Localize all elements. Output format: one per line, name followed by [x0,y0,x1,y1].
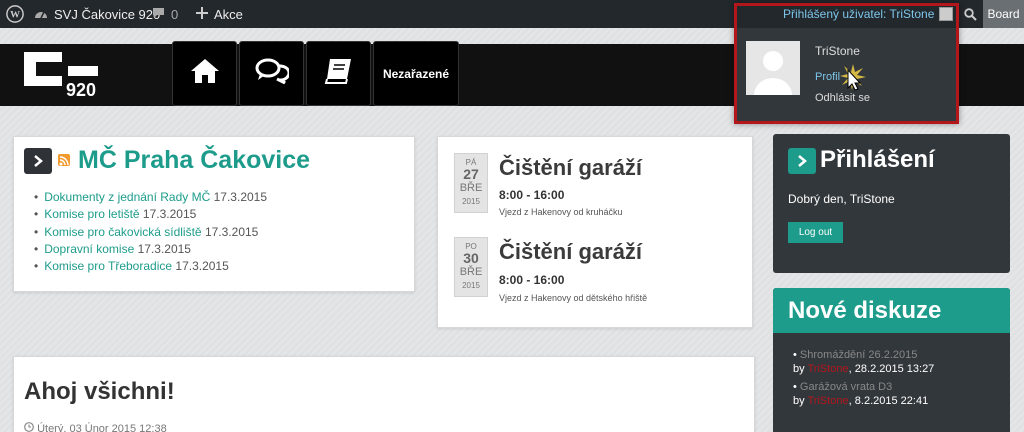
board-link[interactable]: Board [983,0,1024,28]
search-icon[interactable] [958,0,982,28]
news-link[interactable]: Dokumenty z jednání Rady MČ [44,190,210,204]
plus-icon [196,6,208,22]
event-day: 30 [463,250,479,266]
news-date: 17.3.2015 [204,224,259,239]
highlight-frame [734,3,959,124]
comments-count: 0 [171,6,179,22]
event-year: 2015 [462,281,480,290]
news-date: 17.3.2015 [175,259,229,274]
news-link[interactable]: Komise pro Třeboradice [44,259,172,273]
event-date-badge: PÁ 27 BŘE 2015 [454,153,488,213]
event-month: BŘE [459,182,483,194]
chevron-right-icon[interactable] [24,148,52,174]
list-item: Garážová vrata D3 by TriStone, 8.2.2015 … [793,380,934,408]
discussion-link[interactable]: Garážová vrata D3 [793,380,934,394]
discussion-link[interactable]: Shromáždění 26.2.2015 [793,348,934,362]
event-description: Vjezd z Hakenovy od kruháčku [499,207,623,217]
news-link[interactable]: Komise pro letiště [44,207,139,221]
news-link[interactable]: Komise pro čakovická sídliště [44,225,201,239]
event-description: Vjezd z Hakenovy od dětského hřiště [499,293,648,303]
clock-icon [24,422,37,432]
discussion-by: by [793,363,805,375]
discussion-date: 28.2.2015 13:27 [854,363,935,375]
site-name-label: SVJ Čakovice 920 [54,6,161,22]
event-time: 8:00 - 16:00 [499,188,565,202]
post-date: Úterý, 03 Únor 2015 12:38 [37,423,167,432]
news-date: 17.3.2015 [137,241,191,256]
site-name-link[interactable]: SVJ Čakovice 920 [34,0,160,28]
dashboard-icon [34,7,48,22]
event-title[interactable]: Čištění garáží [499,155,642,181]
new-content-link[interactable]: Akce [196,0,243,28]
post-meta: Úterý, 03 Únor 2015 12:38 [24,422,167,432]
nav-documents-button[interactable] [306,41,371,106]
comments-icon [255,58,290,89]
home-icon [190,58,220,89]
comment-bubble-icon [152,7,165,22]
discussions-list: Shromáždění 26.2.2015 by TriStone, 28.2.… [793,348,934,412]
event-day: 27 [463,166,479,182]
chevron-right-icon [788,148,816,174]
post-title[interactable]: Ahoj všichni! [24,378,175,406]
svg-text:W: W [10,10,20,21]
event-title[interactable]: Čištění garáží [499,239,642,265]
list-item: Shromáždění 26.2.2015 by TriStone, 28.2.… [793,348,934,376]
logo-number: 920 [66,80,97,100]
discussion-date: 8.2.2015 22:41 [854,395,929,407]
login-greeting: Dobrý den, TriStone [788,192,895,206]
event-date-badge: PO 30 BŘE 2015 [454,237,488,297]
event-month: BŘE [459,266,483,278]
nav-discussions-button[interactable] [239,41,304,106]
news-link[interactable]: Dopravní komise [44,242,134,256]
wordpress-logo-icon[interactable]: W [0,0,30,28]
event-time: 8:00 - 16:00 [499,273,565,287]
list-item: Komise pro čakovická sídliště 17.3.2015 [34,224,267,241]
discussion-author[interactable]: TriStone [807,395,848,407]
news-date: 17.3.2015 [213,190,268,204]
list-item: Dokumenty z jednání Rady MČ 17.3.2015 [34,189,267,206]
event-year: 2015 [462,197,480,206]
nav-uncategorized-button[interactable]: Nezařazené [373,41,459,106]
discussion-author[interactable]: TriStone [807,363,848,375]
list-item: Komise pro letiště 17.3.2015 [34,206,267,223]
comments-link[interactable]: 0 [152,0,178,28]
discussions-widget-title: Nové diskuze [788,297,942,324]
list-item: Dopravní komise 17.3.2015 [34,241,267,258]
book-icon [324,57,354,90]
new-content-label: Akce [214,6,243,22]
news-title[interactable]: MČ Praha Čakovice [78,146,310,175]
rss-icon[interactable] [58,154,70,166]
list-item: Komise pro Třeboradice 17.3.2015 [34,258,267,275]
discussion-by: by [793,395,805,407]
nav-home-button[interactable] [172,41,237,106]
news-list: Dokumenty z jednání Rady MČ 17.3.2015 Ko… [34,189,267,275]
login-widget-title: Přihlášení [820,146,935,173]
logout-button[interactable]: Log out [788,222,843,243]
news-date: 17.3.2015 [142,207,197,222]
